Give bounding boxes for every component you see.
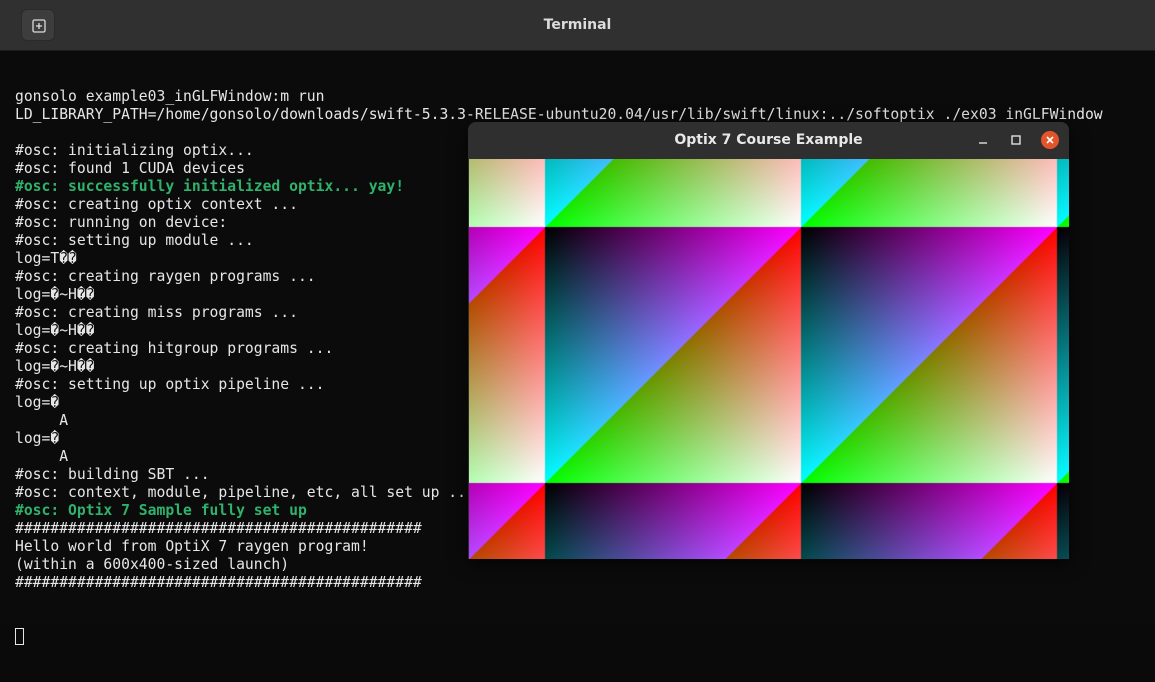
optix-window[interactable]: Optix 7 Course Example [468, 122, 1069, 559]
maximize-button[interactable] [1007, 131, 1025, 149]
close-icon [1046, 136, 1054, 144]
terminal-cursor [15, 628, 24, 645]
terminal-titlebar[interactable]: Terminal [0, 0, 1155, 51]
render-output-canvas[interactable] [469, 159, 1069, 559]
terminal-title: Terminal [543, 17, 612, 33]
minimize-icon [979, 142, 987, 144]
prompt-line[interactable] [15, 628, 1155, 646]
terminal-line: ########################################… [15, 574, 422, 591]
minimize-button[interactable] [974, 131, 992, 149]
terminal-line: gonsolo example03_inGLFWindow:m run [15, 88, 325, 105]
terminal-window[interactable]: Terminal gonsolo example03_inGLFWindow:m… [0, 0, 1155, 645]
maximize-icon [1011, 135, 1021, 145]
close-button[interactable] [1041, 131, 1059, 149]
optix-titlebar[interactable]: Optix 7 Course Example [468, 122, 1069, 159]
